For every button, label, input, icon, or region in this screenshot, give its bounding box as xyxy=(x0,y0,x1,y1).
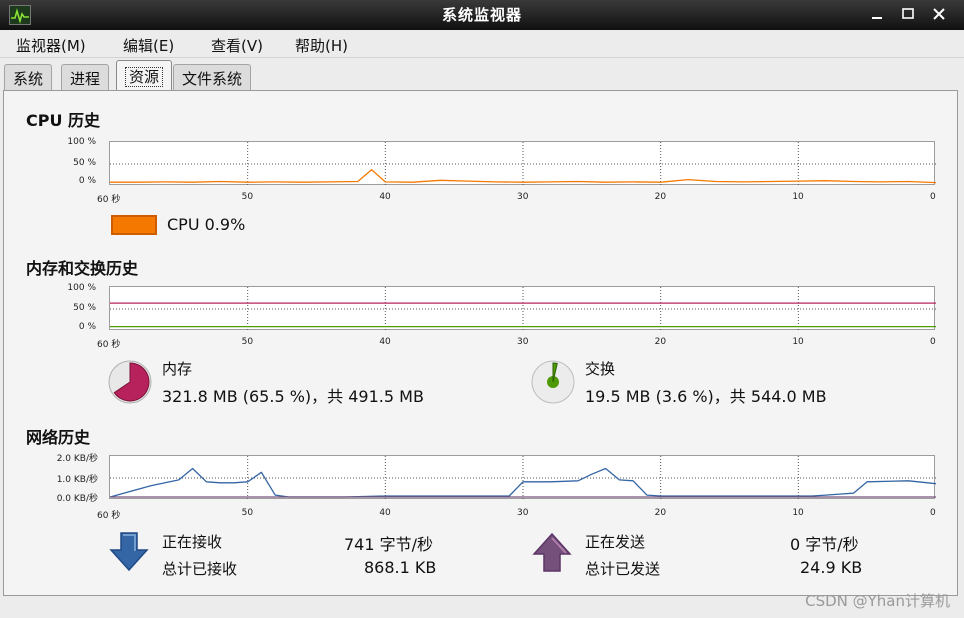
x-tick-label: 0 xyxy=(930,508,936,518)
memory-history-title: 内存和交换历史 xyxy=(26,259,139,278)
mem-y-tick: 50 % xyxy=(73,303,96,313)
x-tick-label: 50 xyxy=(241,508,254,518)
sending-rate: 0 字节/秒 xyxy=(790,535,859,554)
x-tick-label: 10 xyxy=(792,337,804,347)
tab-file-systems-label: 文件系统 xyxy=(182,70,243,88)
cpu-history-graph xyxy=(109,141,936,186)
swap-pie-icon[interactable] xyxy=(530,359,576,409)
menu-bar: 监视器(M) 编辑(E) 查看(V) 帮助(H) xyxy=(0,30,964,58)
memory-pie-icon[interactable] xyxy=(107,359,153,409)
x-tick-label: 50 xyxy=(241,192,254,202)
x-tick-label: 60 秒 xyxy=(97,195,121,205)
receiving-rate: 741 字节/秒 xyxy=(344,535,434,554)
mem-y-tick: 0 % xyxy=(78,322,96,332)
x-tick-label: 30 xyxy=(517,508,529,518)
x-tick-label: 50 xyxy=(241,337,254,347)
swap-label: 交换 xyxy=(585,360,616,378)
内存和交换历史-plot xyxy=(110,287,936,331)
tab-system[interactable]: 系统 xyxy=(4,64,53,91)
CPU 历史-plot xyxy=(110,142,936,186)
x-tick-label: 20 xyxy=(654,192,667,202)
net-y-tick: 0.0 KB/秒 xyxy=(56,494,98,504)
memory-history-graph xyxy=(109,286,936,331)
x-tick-label: 30 xyxy=(517,192,529,202)
tab-file-systems[interactable]: 文件系统 xyxy=(173,64,252,91)
resources-panel: CPU 历史 100 % 50 % 0 % 60 秒 50 40 30 20 10 0 CP… xyxy=(3,90,958,596)
maximize-icon[interactable] xyxy=(897,4,919,24)
x-tick-label: 60 秒 xyxy=(97,511,121,521)
net-y-tick: 1.0 KB/秒 xyxy=(56,475,98,485)
menu-help[interactable]: 帮助(H) xyxy=(295,35,348,56)
total-sent-value: 24.9 KB xyxy=(800,558,863,577)
网络历史-plot xyxy=(110,456,936,500)
swap-value: 19.5 MB (3.6 %)，共 544.0 MB xyxy=(585,387,827,406)
receive-arrow-icon[interactable] xyxy=(107,531,151,577)
window-title: 系统监视器 xyxy=(441,6,522,24)
x-tick-label: 40 xyxy=(379,508,391,518)
x-tick-label: 0 xyxy=(930,337,936,347)
cpu-y-tick: 100 % xyxy=(67,137,96,147)
tab-resources-label: 资源 xyxy=(125,67,164,87)
total-received-value: 868.1 KB xyxy=(364,558,437,577)
x-tick-label: 10 xyxy=(792,192,804,202)
x-tick-label: 10 xyxy=(792,508,804,518)
net-y-tick: 2.0 KB/秒 xyxy=(56,454,98,464)
tab-resources[interactable]: 资源 xyxy=(116,60,173,91)
series-line-CPU xyxy=(110,169,936,184)
network-history-title: 网络历史 xyxy=(26,428,91,447)
x-tick-label: 0 xyxy=(930,192,936,202)
total-sent-label: 总计已发送 xyxy=(585,560,661,578)
send-arrow-icon[interactable] xyxy=(530,531,574,577)
x-tick-label: 30 xyxy=(517,337,529,347)
watermark: CSDN @Yhan计算机 xyxy=(805,592,950,610)
tab-processes-label: 进程 xyxy=(70,70,101,88)
cpu-y-tick: 0 % xyxy=(78,176,96,186)
receiving-label: 正在接收 xyxy=(162,533,223,551)
menu-view[interactable]: 查看(V) xyxy=(211,35,263,56)
close-icon[interactable] xyxy=(928,4,950,24)
memory-label: 内存 xyxy=(162,360,193,378)
cpu-color-swatch[interactable] xyxy=(111,215,157,235)
mem-y-tick: 100 % xyxy=(67,283,96,293)
menu-edit[interactable]: 编辑(E) xyxy=(123,35,174,56)
x-tick-label: 60 秒 xyxy=(97,340,121,350)
minimize-icon[interactable] xyxy=(866,4,888,24)
tab-system-label: 系统 xyxy=(13,70,44,88)
x-tick-label: 20 xyxy=(654,337,667,347)
tab-bar: 系统 进程 资源 文件系统 xyxy=(0,60,964,91)
total-received-label: 总计已接收 xyxy=(162,560,238,578)
memory-value: 321.8 MB (65.5 %)，共 491.5 MB xyxy=(162,387,424,406)
network-history-graph xyxy=(109,455,936,500)
cpu-y-tick: 50 % xyxy=(73,158,96,168)
cpu-usage-label: CPU 0.9% xyxy=(167,215,246,234)
sending-label: 正在发送 xyxy=(585,533,646,551)
cpu-history-title: CPU 历史 xyxy=(26,111,101,130)
menu-monitor[interactable]: 监视器(M) xyxy=(16,35,86,56)
x-tick-label: 20 xyxy=(654,508,667,518)
tab-processes[interactable]: 进程 xyxy=(61,64,110,91)
x-tick-label: 40 xyxy=(379,192,391,202)
title-bar[interactable]: 系统监视器 xyxy=(0,0,964,30)
x-tick-label: 40 xyxy=(379,337,391,347)
